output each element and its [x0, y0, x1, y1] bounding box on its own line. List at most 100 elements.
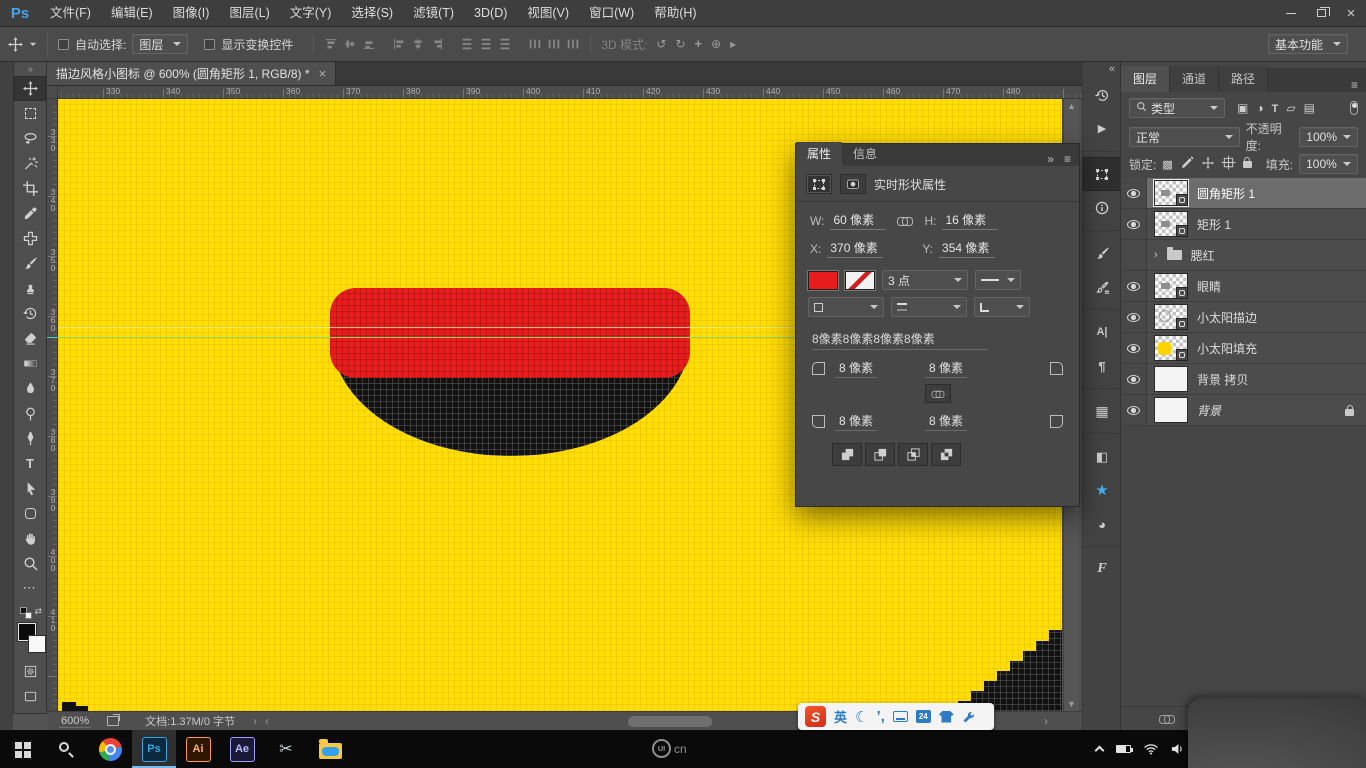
layer-row-眼睛[interactable]: 眼睛: [1121, 271, 1366, 302]
workspace-select[interactable]: 基本功能: [1268, 34, 1348, 54]
type-tool[interactable]: T: [14, 451, 46, 476]
layer-row-腮红[interactable]: › 腮红: [1121, 240, 1366, 271]
slide-3d-icon[interactable]: ⊕: [711, 37, 721, 51]
ime-language-toggle[interactable]: 英: [834, 707, 847, 726]
layer-thumbnail[interactable]: [1154, 397, 1188, 423]
orbit-3d-icon[interactable]: ↺: [656, 37, 666, 51]
stroke-type-select[interactable]: [975, 270, 1021, 290]
layer-name[interactable]: 小太阳填充: [1197, 340, 1257, 357]
ime-settings-wrench-icon[interactable]: [962, 710, 976, 724]
status-prev-icon[interactable]: ‹: [265, 714, 269, 728]
distribute-bottom-edges-icon[interactable]: [498, 37, 512, 51]
stroke-color-swatch[interactable]: [845, 271, 875, 290]
combine-shapes-button[interactable]: [832, 443, 862, 466]
taskbar-start-button[interactable]: [0, 730, 44, 768]
kind-smart-filter-icon[interactable]: ▤: [1304, 101, 1315, 115]
distribute-horizontal-centers-icon[interactable]: [547, 37, 561, 51]
tab-close-icon[interactable]: ×: [319, 66, 327, 81]
layer-row-小太阳描边[interactable]: 小太阳描边: [1121, 302, 1366, 333]
scale-3d-icon[interactable]: ▸: [730, 37, 736, 51]
vertical-ruler[interactable]: 330340350360370380390400410: [47, 99, 58, 711]
distribute-left-edges-icon[interactable]: [528, 37, 542, 51]
eraser-tool[interactable]: [14, 326, 46, 351]
panel-menu-icon[interactable]: ≡: [1351, 78, 1358, 92]
align-right-edges-icon[interactable]: [430, 37, 444, 51]
y-field[interactable]: 354 像素: [939, 239, 995, 258]
top-right-radius-field[interactable]: 8 像素: [925, 359, 967, 378]
tab-路径[interactable]: 路径: [1219, 66, 1268, 92]
masks-button[interactable]: [840, 174, 866, 194]
zoom-level-field[interactable]: 600%: [59, 715, 91, 728]
tab-properties[interactable]: 属性: [796, 142, 842, 166]
stroke-align-select[interactable]: [891, 297, 967, 317]
brush-settings-panel-icon[interactable]: [1083, 236, 1121, 270]
menu-选择S[interactable]: 选择(S): [341, 0, 403, 26]
horizontal-ruler[interactable]: 3303403503603703803904004104204304404504…: [58, 86, 1082, 99]
distribute-right-edges-icon[interactable]: [566, 37, 580, 51]
sogou-logo[interactable]: S: [805, 706, 826, 727]
character-panel-icon[interactable]: A|: [1083, 315, 1121, 349]
dodge-tool[interactable]: [14, 401, 46, 426]
layer-name[interactable]: 小太阳描边: [1197, 309, 1257, 326]
x-field[interactable]: 370 像素: [827, 239, 883, 258]
magic-wand-tool[interactable]: [14, 151, 46, 176]
stroke-options-select[interactable]: [808, 297, 884, 317]
taskbar-chrome-button[interactable]: [88, 730, 132, 768]
status-next-icon[interactable]: ›: [253, 714, 257, 728]
paragraph-panel-icon[interactable]: ¶: [1083, 349, 1121, 383]
battery-icon[interactable]: [1116, 745, 1131, 753]
lock-all-icon[interactable]: [1243, 157, 1252, 171]
collapse-panel-icon[interactable]: »: [1047, 152, 1054, 166]
history-panel-icon[interactable]: [1083, 78, 1121, 112]
scroll-right-icon[interactable]: ›: [1044, 714, 1048, 728]
brush-tool[interactable]: [14, 251, 46, 276]
align-vertical-centers-icon[interactable]: [343, 37, 357, 51]
quick-mask-button[interactable]: [14, 659, 46, 684]
visibility-toggle[interactable]: [1121, 302, 1147, 332]
taskbar-photoshop-button[interactable]: Ps: [132, 730, 176, 768]
lock-transparent-icon[interactable]: ▩: [1162, 157, 1172, 171]
kind-shape-filter-icon[interactable]: ▱: [1286, 101, 1295, 115]
filter-type-select[interactable]: 类型: [1129, 98, 1225, 118]
screen-mode-button[interactable]: [14, 684, 46, 709]
actions-panel-icon[interactable]: ▶: [1083, 112, 1121, 146]
subtract-front-shape-button[interactable]: [865, 443, 895, 466]
group-expand-icon[interactable]: ›: [1154, 249, 1158, 261]
menu-编辑E[interactable]: 编辑(E): [101, 0, 163, 26]
menu-图像I[interactable]: 图像(I): [163, 0, 220, 26]
taskbar-illustrator-button[interactable]: Ai: [176, 730, 220, 768]
align-left-edges-icon[interactable]: [392, 37, 406, 51]
tab-info[interactable]: 信息: [842, 142, 888, 166]
visibility-toggle[interactable]: [1121, 364, 1147, 394]
close-button[interactable]: ×: [1336, 0, 1366, 26]
link-radii-button[interactable]: [925, 384, 951, 403]
menu-窗口W[interactable]: 窗口(W): [579, 0, 644, 26]
document-tab[interactable]: 描边风格小图标 @ 600% (圆角矩形 1, RGB/8) * ×: [47, 62, 336, 85]
menu-3DD[interactable]: 3D(D): [464, 0, 517, 26]
width-field[interactable]: 60 像素: [830, 211, 886, 230]
stroke-width-select[interactable]: 3 点: [882, 270, 968, 290]
path-selection-tool[interactable]: [14, 476, 46, 501]
scroll-down-icon[interactable]: ▼: [1064, 699, 1079, 709]
stroke-corner-select[interactable]: [974, 297, 1030, 317]
align-top-edges-icon[interactable]: [324, 37, 338, 51]
intersect-shapes-button[interactable]: [898, 443, 928, 466]
info-panel-icon[interactable]: [1083, 191, 1121, 225]
corner-radii-summary-field[interactable]: 8像素8像素8像素8像素: [812, 330, 988, 350]
layer-row-矩形 1[interactable]: 矩形 1: [1121, 209, 1366, 240]
speaker-icon[interactable]: [1171, 743, 1184, 755]
brush-presets-panel-icon[interactable]: [1083, 270, 1121, 304]
taskbar-after-effects-button[interactable]: Ae: [220, 730, 264, 768]
visibility-toggle[interactable]: [1121, 240, 1147, 270]
move-tool[interactable]: [14, 76, 46, 101]
auto-select-checkbox[interactable]: [58, 39, 69, 50]
distribute-vertical-centers-icon[interactable]: [479, 37, 493, 51]
visibility-toggle[interactable]: [1121, 395, 1147, 425]
layer-name[interactable]: 圆角矩形 1: [1197, 185, 1255, 202]
tab-通道[interactable]: 通道: [1170, 66, 1219, 92]
distribute-top-edges-icon[interactable]: [460, 37, 474, 51]
hand-tool[interactable]: [14, 526, 46, 551]
layer-name[interactable]: 矩形 1: [1197, 216, 1231, 233]
layer-name[interactable]: 腮红: [1191, 247, 1215, 264]
layer-thumbnail[interactable]: [1154, 211, 1188, 237]
